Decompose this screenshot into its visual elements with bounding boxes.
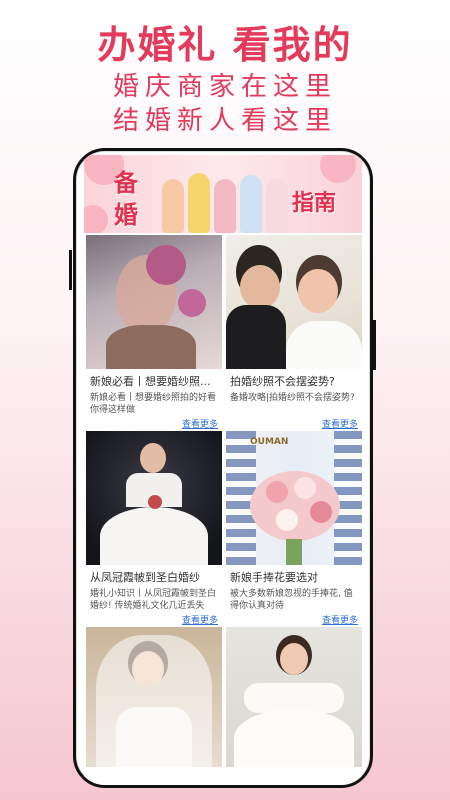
- banner-title-char: 婚: [114, 201, 138, 229]
- bride-figure: [240, 175, 262, 233]
- promo-subtitle-1: 婚庆商家在这里: [112, 72, 337, 102]
- banner-title-word: 指南: [292, 191, 337, 216]
- article-card[interactable]: OUMAN 新娘手捧花要选对 被大多数新娘忽视的手捧花, 值得你认真对待 查看更…: [226, 431, 362, 630]
- guide-banner[interactable]: 备 婚 指南: [84, 155, 362, 233]
- article-description: 备婚攻略|拍婚纱照不会摆姿势?: [230, 393, 355, 403]
- article-photo: OUMAN: [226, 431, 362, 565]
- view-more-link[interactable]: 查看更多: [86, 417, 222, 430]
- view-more-link[interactable]: 查看更多: [86, 613, 222, 626]
- article-title[interactable]: 从凤冠霞帔到圣白婚纱: [86, 565, 222, 585]
- article-description: 新娘必看丨想要婚纱照拍的好看你得这样做: [90, 393, 217, 415]
- article-photo: [226, 235, 362, 369]
- flower-decoration: [320, 155, 356, 183]
- article-title[interactable]: 新娘手捧花要选对: [226, 565, 362, 585]
- app-screen: 备 婚 指南 新娘必看丨想要婚纱照... 新娘必看丨想要婚纱照拍的好看你得这样做…: [84, 155, 362, 785]
- phone-power-button: [373, 320, 376, 370]
- article-card[interactable]: 拍婚纱照不会摆姿势? 备婚攻略|拍婚纱照不会摆姿势? 查看更多: [226, 235, 362, 434]
- promo-subtitle-2: 结婚新人看这里: [112, 106, 337, 136]
- article-card[interactable]: [226, 627, 362, 767]
- phone-frame: 备 婚 指南 新娘必看丨想要婚纱照... 新娘必看丨想要婚纱照拍的好看你得这样做…: [73, 148, 373, 788]
- article-title[interactable]: 新娘必看丨想要婚纱照...: [86, 369, 222, 389]
- article-photo: [226, 627, 362, 767]
- view-more-link[interactable]: 查看更多: [226, 417, 362, 430]
- article-description: 被大多数新娘忽视的手捧花, 值得你认真对待: [230, 589, 353, 611]
- phone-side-button: [69, 250, 72, 290]
- article-card[interactable]: 新娘必看丨想要婚纱照... 新娘必看丨想要婚纱照拍的好看你得这样做 查看更多: [86, 235, 222, 434]
- bride-figure: [214, 179, 236, 233]
- article-card[interactable]: [86, 627, 222, 767]
- article-photo: [86, 235, 222, 369]
- promo-headline: 办婚礼 看我的: [97, 23, 353, 67]
- view-more-link[interactable]: 查看更多: [226, 613, 362, 626]
- article-title[interactable]: 拍婚纱照不会摆姿势?: [226, 369, 362, 389]
- article-photo: [86, 431, 222, 565]
- brand-logo: OUMAN: [250, 437, 289, 447]
- article-photo: [86, 627, 222, 767]
- bride-figure: [188, 173, 210, 233]
- flower-decoration: [84, 205, 108, 233]
- article-card[interactable]: 从凤冠霞帔到圣白婚纱 婚礼小知识丨从凤冠霞帔到圣白婚纱! 传统婚礼文化几近丢失 …: [86, 431, 222, 630]
- bride-figure: [266, 179, 288, 233]
- bride-figure: [162, 179, 184, 233]
- banner-title-char: 备: [114, 169, 138, 197]
- article-description: 婚礼小知识丨从凤冠霞帔到圣白婚纱! 传统婚礼文化几近丢失: [90, 589, 217, 611]
